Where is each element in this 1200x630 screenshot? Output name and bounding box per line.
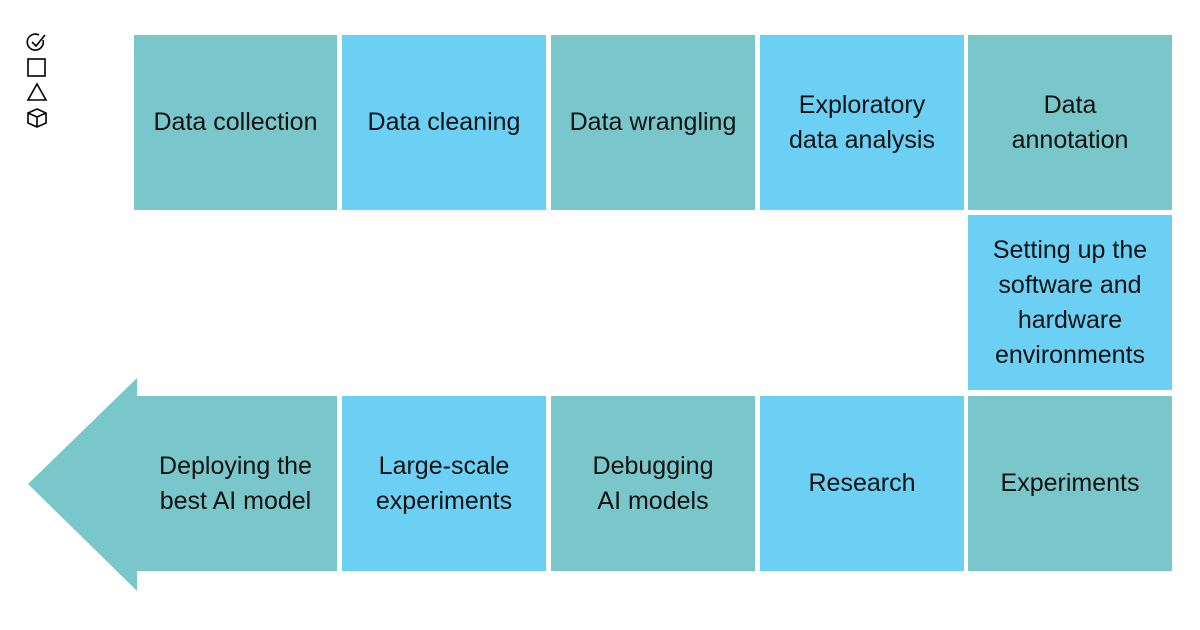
step-data-annotation: Data annotation [968, 35, 1172, 210]
step-data-wrangling: Data wrangling [551, 35, 755, 210]
step-setup-environments: Setting up the software and hardware env… [968, 215, 1172, 390]
step-data-collection: Data collection [134, 35, 337, 210]
step-experiments: Experiments [968, 396, 1172, 571]
step-research: Research [760, 396, 964, 571]
step-large-scale-experiments: Large-scale experiments [342, 396, 546, 571]
step-deploying-best-model: Deploying the best AI model [134, 396, 337, 571]
step-data-cleaning: Data cleaning [342, 35, 546, 210]
step-debugging-ai-models: Debugging AI models [551, 396, 755, 571]
step-exploratory-data-analysis: Exploratory data analysis [760, 35, 964, 210]
